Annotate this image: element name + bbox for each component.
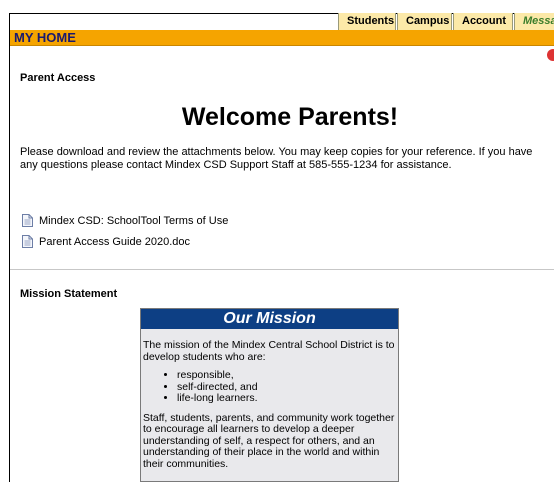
page-title: MY HOME (14, 30, 76, 45)
tab-account[interactable]: Account (453, 13, 513, 30)
mission-box-title: Our Mission (141, 309, 398, 329)
attachment-terms-link[interactable]: Mindex CSD: SchoolTool Terms of Use (22, 214, 228, 227)
mission-closing: Staff, students, parents, and community … (143, 411, 395, 470)
attachment-label: Parent Access Guide 2020.doc (39, 235, 191, 248)
parent-access-title: Parent Access (20, 72, 96, 84)
mission-statement-title: Mission Statement (20, 288, 118, 300)
mission-box: Our Mission The mission of the Mindex Ce… (140, 308, 399, 482)
list-item: life-long learners. (177, 392, 396, 405)
intro-text: Please download and review the attachmen… (20, 146, 533, 171)
tab-campus[interactable]: Campus (397, 13, 452, 30)
top-nav: Students Campus Account Message (338, 13, 554, 30)
mission-list: responsible, self-directed, and life-lon… (169, 369, 396, 405)
home-bar: MY HOME (10, 30, 554, 46)
tab-students[interactable]: Students (338, 13, 396, 30)
welcome-heading: Welcome Parents! (181, 103, 399, 131)
tab-message[interactable]: Message (514, 13, 554, 30)
section-divider (10, 269, 554, 270)
mission-body: The mission of the Mindex Central School… (141, 329, 398, 470)
document-icon (22, 214, 33, 227)
document-icon (22, 235, 33, 248)
notification-icon[interactable] (547, 49, 554, 61)
attachment-label: Mindex CSD: SchoolTool Terms of Use (39, 214, 229, 227)
attachment-guide-link[interactable]: Parent Access Guide 2020.doc (22, 235, 190, 248)
list-item: responsible, (177, 369, 396, 382)
mission-intro: The mission of the Mindex Central School… (143, 339, 395, 363)
